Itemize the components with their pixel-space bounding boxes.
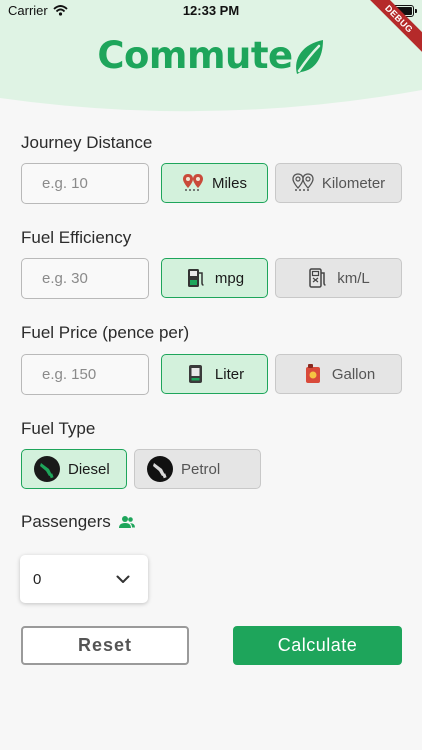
unit-gallon-button[interactable]: Gallon	[275, 354, 402, 394]
map-pins-outline-icon	[292, 172, 314, 194]
calculate-button[interactable]: Calculate	[233, 626, 402, 665]
fuel-type-label: Fuel Type	[21, 419, 96, 438]
unit-kml-button[interactable]: km/L	[275, 258, 402, 298]
fuel-pump-outline-icon	[307, 267, 329, 289]
journey-distance-input[interactable]	[21, 163, 149, 204]
fuel-price-input[interactable]	[21, 354, 149, 395]
unit-mpg-label: mpg	[214, 269, 245, 287]
unit-kilometer-label: Kilometer	[321, 174, 386, 192]
unit-liter-label: Liter	[214, 365, 245, 383]
status-bar: Carrier 12:33 PM	[0, 0, 422, 22]
unit-kilometer-button[interactable]: Kilometer	[275, 163, 402, 203]
unit-miles-button[interactable]: Miles	[161, 163, 268, 203]
map-pins-icon	[182, 172, 204, 194]
chevron-down-icon	[116, 575, 130, 583]
reset-button[interactable]: Reset	[21, 626, 189, 665]
passengers-row: Passengers	[21, 512, 135, 532]
gas-can-icon	[302, 363, 324, 385]
unit-liter-button[interactable]: Liter	[161, 354, 268, 394]
leaf-icon	[295, 39, 323, 74]
fuel-price-label: Fuel Price (pence per)	[21, 323, 190, 342]
passengers-label: Passengers	[21, 512, 111, 531]
fuel-can-icon	[185, 363, 207, 385]
fuel-efficiency-input[interactable]	[21, 258, 149, 299]
status-time: 12:33 PM	[182, 3, 240, 18]
fuel-petrol-label: Petrol	[181, 460, 221, 478]
fuel-efficiency-label: Fuel Efficiency	[21, 228, 132, 247]
fuel-diesel-label: Diesel	[68, 460, 110, 478]
unit-miles-label: Miles	[211, 174, 247, 192]
fuel-petrol-button[interactable]: Petrol	[134, 449, 261, 489]
fuel-diesel-button[interactable]: Diesel	[21, 449, 127, 489]
journey-distance-label: Journey Distance	[21, 133, 153, 152]
passengers-value: 0	[33, 570, 42, 588]
unit-gallon-label: Gallon	[331, 365, 376, 383]
debug-label: DEBUG	[362, 0, 422, 56]
logo-text: Commute	[97, 34, 293, 77]
unit-kml-label: km/L	[337, 269, 370, 287]
fuel-pump-icon	[185, 267, 207, 289]
people-icon	[118, 516, 135, 528]
passengers-select[interactable]: 0	[20, 555, 148, 603]
nozzle-black-icon	[147, 456, 173, 482]
nozzle-green-icon	[34, 456, 60, 482]
debug-banner: DEBUG	[362, 0, 422, 60]
app-logo: Commute	[0, 34, 422, 77]
unit-mpg-button[interactable]: mpg	[161, 258, 268, 298]
